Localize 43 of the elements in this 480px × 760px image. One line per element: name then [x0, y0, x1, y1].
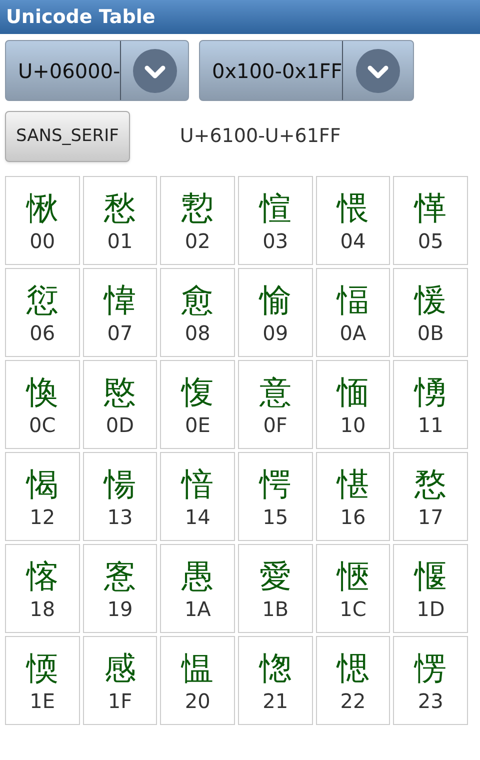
character-cell[interactable]: 愗 17 [393, 452, 468, 541]
character-cell[interactable]: 愆 06 [5, 268, 80, 357]
character-cell[interactable]: 愅 05 [393, 176, 468, 265]
character-cell[interactable]: 愂 02 [160, 176, 235, 265]
character-cell[interactable]: 愉 09 [238, 268, 313, 357]
character-cell[interactable]: 愀 00 [5, 176, 80, 265]
character-cell[interactable]: 愈 08 [160, 268, 235, 357]
character-cell[interactable]: 愣 23 [393, 636, 468, 725]
character-cell[interactable]: 意 0F [238, 360, 313, 449]
character-cell[interactable]: 愑 11 [393, 360, 468, 449]
character-cell[interactable]: 愊 0A [316, 268, 390, 357]
character-cell[interactable]: 愡 21 [238, 636, 313, 725]
dropdown[interactable]: U+06000- [5, 40, 189, 101]
dropdown-icon [356, 48, 400, 92]
character-cell[interactable]: 感 1F [82, 636, 158, 725]
character-cell[interactable]: 愃 03 [238, 176, 313, 265]
character-cell[interactable]: 愁 01 [82, 176, 158, 265]
character-cell[interactable]: 愙 19 [82, 544, 158, 633]
character-cell[interactable]: 愎 0E [160, 360, 235, 449]
character-cell[interactable]: 愘 18 [5, 544, 80, 633]
character-cell[interactable]: 愛 1B [238, 544, 313, 633]
dropdown[interactable]: 0x100-0x1FF [199, 40, 414, 101]
character-cell[interactable]: 愜 1C [316, 544, 390, 633]
character-cell[interactable]: 愢 22 [316, 636, 390, 725]
character-cell[interactable]: 愄 04 [316, 176, 390, 265]
dropdown-icon [132, 48, 177, 92]
character-cell[interactable]: 愔 14 [160, 452, 235, 541]
character-cell[interactable]: 愝 1D [393, 544, 468, 633]
character-cell[interactable]: 愌 0C [5, 360, 80, 449]
character-cell[interactable]: 愚 1A [160, 544, 235, 633]
character-cell[interactable]: 愍 0D [82, 360, 158, 449]
character-cell[interactable]: 愒 12 [5, 452, 80, 541]
character-cell[interactable]: 愕 15 [238, 452, 313, 541]
window-title: Unicode Table [6, 4, 156, 30]
font-button[interactable]: SANS_SERIF [5, 111, 130, 162]
character-cell[interactable]: 愐 10 [316, 360, 390, 449]
range-label: U+6100-U+61FF [180, 124, 341, 150]
character-cell[interactable]: 愓 13 [82, 452, 158, 541]
character-cell[interactable]: 愋 0B [393, 268, 468, 357]
character-cell[interactable]: 愇 07 [82, 268, 158, 357]
character-cell[interactable]: 愞 1E [5, 636, 80, 725]
character-cell[interactable]: 愖 16 [316, 452, 390, 541]
character-cell[interactable]: 愠 20 [160, 636, 235, 725]
